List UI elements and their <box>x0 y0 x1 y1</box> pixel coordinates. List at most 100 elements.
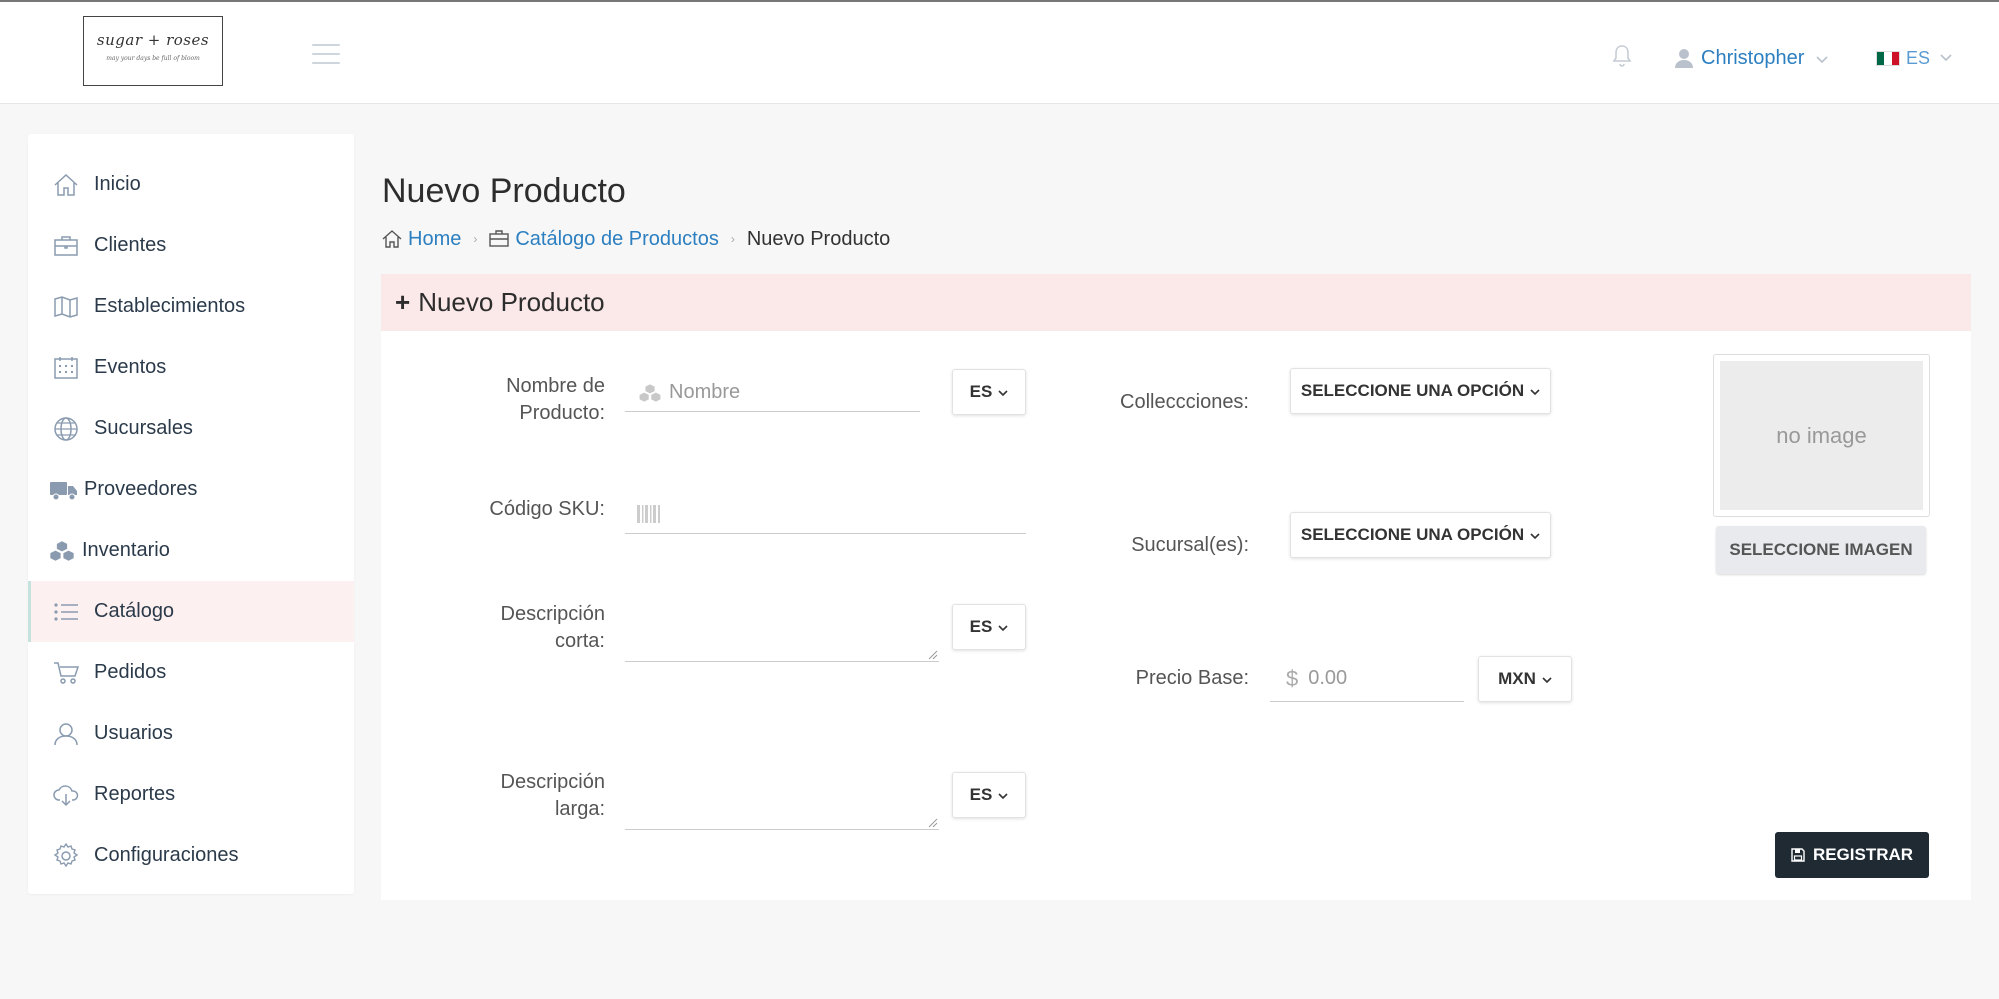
save-icon <box>1791 848 1805 862</box>
base-price-input[interactable]: $ 0.00 <box>1270 656 1464 702</box>
register-button[interactable]: REGISTRAR <box>1775 832 1929 878</box>
sidebar-item-establecimientos[interactable]: Establecimientos <box>28 276 354 337</box>
collections-label: Colleccciones: <box>1120 391 1249 413</box>
user-icon <box>1675 48 1693 68</box>
sidebar-item-inventario[interactable]: Inventario <box>28 520 354 581</box>
sidebar-item-label: Clientes <box>94 234 167 256</box>
panel-header: + Nuevo Producto <box>381 274 1971 331</box>
select-image-button[interactable]: SELECCIONE IMAGEN <box>1716 526 1926 574</box>
notifications-bell-icon[interactable] <box>1612 44 1632 68</box>
sidebar-item-sucursales[interactable]: Sucursales <box>28 398 354 459</box>
short-description-textarea[interactable] <box>625 604 939 662</box>
sidebar-item-clientes[interactable]: Clientes <box>28 215 354 276</box>
dropdown-value: SELECCIONE UNA OPCIÓN <box>1300 525 1525 544</box>
truck-icon <box>50 476 78 504</box>
collections-dropdown[interactable]: SELECCIONE UNA OPCIÓN <box>1290 368 1551 414</box>
cubes-icon <box>48 537 76 565</box>
breadcrumb-home-label: Home <box>408 227 462 250</box>
language-selector[interactable]: ES <box>1876 46 1952 70</box>
product-name-language-dropdown[interactable]: ES <box>952 369 1026 415</box>
home-icon <box>52 171 80 199</box>
chevron-down-icon <box>1530 525 1540 545</box>
user-menu[interactable]: Christopher <box>1675 46 1828 70</box>
sidebar-item-label: Inicio <box>94 173 141 195</box>
sku-label: Código SKU: <box>489 498 605 520</box>
gear-icon <box>52 842 80 870</box>
branches-dropdown[interactable]: SELECCIONE UNA OPCIÓN <box>1290 512 1551 558</box>
briefcase-icon <box>489 229 510 249</box>
map-icon <box>52 293 80 321</box>
user-icon <box>52 720 80 748</box>
breadcrumb-current: Nuevo Producto <box>746 227 891 250</box>
sidebar-item-usuarios[interactable]: Usuarios <box>28 703 354 764</box>
globe-icon <box>52 415 80 443</box>
calendar-icon <box>52 354 80 382</box>
sidebar-item-label: Eventos <box>94 356 167 378</box>
resize-grip-icon[interactable] <box>928 650 938 660</box>
panel-title: Nuevo Producto <box>418 287 605 317</box>
chevron-down-icon <box>1530 381 1540 401</box>
briefcase-icon <box>52 232 80 260</box>
long-description-language-dropdown[interactable]: ES <box>952 772 1026 818</box>
sidebar-item-proveedores[interactable]: Proveedores <box>28 459 354 520</box>
dropdown-value: MXN <box>1498 669 1536 688</box>
chevron-down-icon <box>1542 669 1552 689</box>
menu-toggle-icon[interactable] <box>312 44 340 71</box>
breadcrumb-catalog-label: Catálogo de Productos <box>515 227 719 250</box>
breadcrumb-home[interactable]: Home <box>382 228 461 251</box>
sidebar-item-configuraciones[interactable]: Configuraciones <box>28 825 354 886</box>
product-name-input[interactable]: Nombre <box>625 374 920 412</box>
home-icon <box>382 229 402 249</box>
currency-symbol: $ <box>1286 665 1299 691</box>
product-form-panel: + Nuevo Producto Nombre de Producto: Nom… <box>381 274 1971 900</box>
breadcrumb-catalog[interactable]: Catálogo de Productos <box>489 227 719 251</box>
sidebar-item-eventos[interactable]: Eventos <box>28 337 354 398</box>
sku-input[interactable] <box>625 494 1026 534</box>
long-description-textarea[interactable] <box>625 772 939 830</box>
chevron-down-icon <box>998 382 1008 402</box>
product-name-label: Nombre de Producto: <box>506 375 605 424</box>
sidebar-item-label: Pedidos <box>94 661 167 683</box>
breadcrumb-separator: › <box>473 232 478 246</box>
no-image-placeholder: no image <box>1720 361 1923 510</box>
sidebar-item-catalogo[interactable]: Catálogo <box>28 581 354 642</box>
chevron-down-icon <box>998 617 1008 637</box>
cloud-download-icon <box>52 781 80 809</box>
product-image-preview: no image <box>1713 354 1930 517</box>
sidebar: Inicio Clientes Establecimientos Eventos… <box>28 134 354 894</box>
language-code: ES <box>1906 47 1931 68</box>
sidebar-item-label: Catálogo <box>94 600 175 622</box>
short-description-label: Descripción corta: <box>500 603 605 652</box>
sidebar-item-inicio[interactable]: Inicio <box>28 154 354 215</box>
brand-logo[interactable]: sugar + roses may your days be full of b… <box>83 16 223 86</box>
chevron-down-icon <box>1816 47 1828 70</box>
long-description-label: Descripción larga: <box>500 771 605 820</box>
sidebar-item-label: Configuraciones <box>94 844 239 866</box>
resize-grip-icon[interactable] <box>928 818 938 828</box>
chevron-down-icon <box>1940 54 1952 62</box>
sidebar-item-label: Reportes <box>94 783 176 805</box>
currency-dropdown[interactable]: MXN <box>1478 656 1572 702</box>
base-price-label: Precio Base: <box>1135 667 1249 689</box>
sidebar-item-reportes[interactable]: Reportes <box>28 764 354 825</box>
short-description-language-dropdown[interactable]: ES <box>952 604 1026 650</box>
branches-label: Sucursal(es): <box>1131 534 1249 556</box>
user-name: Christopher <box>1701 46 1805 69</box>
top-navbar: sugar + roses may your days be full of b… <box>0 0 1999 104</box>
sidebar-item-label: Usuarios <box>94 722 173 744</box>
dropdown-value: ES <box>969 617 993 636</box>
page-title: Nuevo Producto <box>382 172 626 210</box>
register-button-label: REGISTRAR <box>1812 845 1914 864</box>
breadcrumb: Home › Catálogo de Productos › Nuevo Pro… <box>382 226 890 252</box>
sidebar-item-pedidos[interactable]: Pedidos <box>28 642 354 703</box>
cubes-icon <box>637 382 663 403</box>
plus-icon: + <box>395 287 411 317</box>
sidebar-item-label: Establecimientos <box>94 295 246 317</box>
chevron-down-icon <box>998 785 1008 805</box>
dropdown-value: ES <box>969 785 993 804</box>
sidebar-item-label: Sucursales <box>94 417 193 439</box>
mexico-flag-icon <box>1876 50 1900 66</box>
logo-title: sugar + roses <box>96 31 210 49</box>
breadcrumb-separator: › <box>730 232 735 246</box>
dropdown-value: SELECCIONE UNA OPCIÓN <box>1300 381 1525 400</box>
